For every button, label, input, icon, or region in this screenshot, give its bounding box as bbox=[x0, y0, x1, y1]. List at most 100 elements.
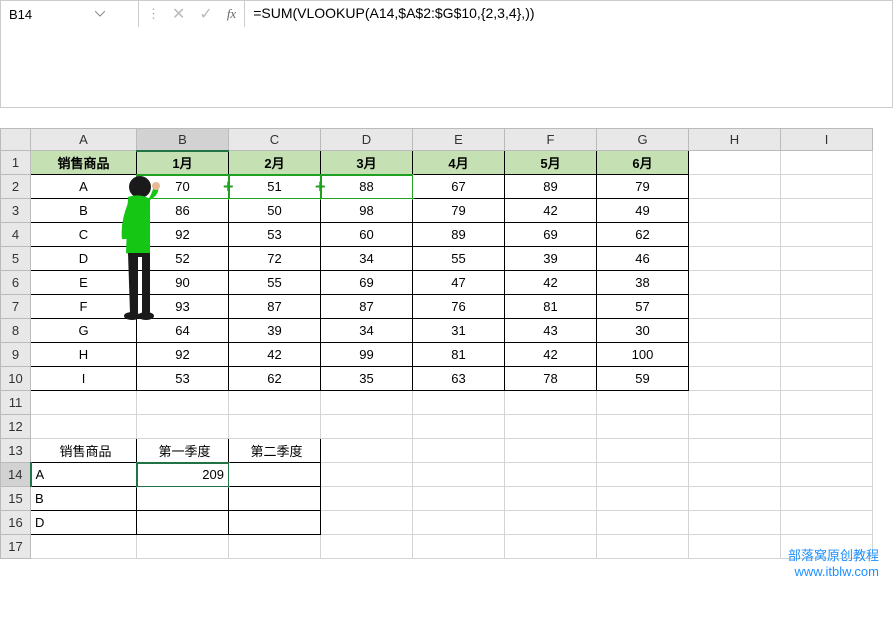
cell-E14[interactable] bbox=[413, 463, 505, 487]
cell-G2[interactable]: 79 bbox=[597, 175, 689, 199]
cell-H9[interactable] bbox=[689, 343, 781, 367]
cell-B2[interactable]: 70 bbox=[137, 175, 229, 199]
cell-G15[interactable] bbox=[597, 487, 689, 511]
cell-G6[interactable]: 38 bbox=[597, 271, 689, 295]
cell-I12[interactable] bbox=[781, 415, 873, 439]
row-header-12[interactable]: 12 bbox=[1, 415, 31, 439]
cell-B10[interactable]: 53 bbox=[137, 367, 229, 391]
cell-C7[interactable]: 87 bbox=[229, 295, 321, 319]
cell-F13[interactable] bbox=[505, 439, 597, 463]
row-header-4[interactable]: 4 bbox=[1, 223, 31, 247]
cell-C13[interactable]: 第二季度 bbox=[229, 439, 321, 463]
cell-B9[interactable]: 92 bbox=[137, 343, 229, 367]
row-header-6[interactable]: 6 bbox=[1, 271, 31, 295]
cell-D10[interactable]: 35 bbox=[321, 367, 413, 391]
cell-I13[interactable] bbox=[781, 439, 873, 463]
cell-G14[interactable] bbox=[597, 463, 689, 487]
cell-F16[interactable] bbox=[505, 511, 597, 535]
cell-A4[interactable]: C bbox=[31, 223, 137, 247]
cell-I6[interactable] bbox=[781, 271, 873, 295]
cell-G10[interactable]: 59 bbox=[597, 367, 689, 391]
cell-H4[interactable] bbox=[689, 223, 781, 247]
cell-E3[interactable]: 79 bbox=[413, 199, 505, 223]
cell-H15[interactable] bbox=[689, 487, 781, 511]
cell-B7[interactable]: 93 bbox=[137, 295, 229, 319]
row-header-10[interactable]: 10 bbox=[1, 367, 31, 391]
col-header-D[interactable]: D bbox=[321, 129, 413, 151]
cell-F10[interactable]: 78 bbox=[505, 367, 597, 391]
row-header-17[interactable]: 17 bbox=[1, 535, 31, 559]
cell-G8[interactable]: 30 bbox=[597, 319, 689, 343]
cell-F4[interactable]: 69 bbox=[505, 223, 597, 247]
cell-G17[interactable] bbox=[597, 535, 689, 559]
cell-B16[interactable] bbox=[137, 511, 229, 535]
cell-A3[interactable]: B bbox=[31, 199, 137, 223]
select-all-corner[interactable] bbox=[1, 129, 31, 151]
cell-F12[interactable] bbox=[505, 415, 597, 439]
cell-D12[interactable] bbox=[321, 415, 413, 439]
cell-D8[interactable]: 34 bbox=[321, 319, 413, 343]
cell-E5[interactable]: 55 bbox=[413, 247, 505, 271]
cell-B1[interactable]: 1月 bbox=[137, 151, 229, 175]
cell-C2[interactable]: +51 bbox=[229, 175, 321, 199]
cell-B12[interactable] bbox=[137, 415, 229, 439]
cell-B6[interactable]: 90 bbox=[137, 271, 229, 295]
col-header-G[interactable]: G bbox=[597, 129, 689, 151]
cell-B3[interactable]: 86 bbox=[137, 199, 229, 223]
cell-I1[interactable] bbox=[781, 151, 873, 175]
cell-D9[interactable]: 99 bbox=[321, 343, 413, 367]
cell-D16[interactable] bbox=[321, 511, 413, 535]
cell-D6[interactable]: 69 bbox=[321, 271, 413, 295]
cell-H13[interactable] bbox=[689, 439, 781, 463]
cell-A5[interactable]: D bbox=[31, 247, 137, 271]
cell-E9[interactable]: 81 bbox=[413, 343, 505, 367]
formula-input[interactable]: =SUM(VLOOKUP(A14,$A$2:$G$10,{2,3,4},)) bbox=[245, 1, 892, 107]
cell-E16[interactable] bbox=[413, 511, 505, 535]
cell-E15[interactable] bbox=[413, 487, 505, 511]
cell-G4[interactable]: 62 bbox=[597, 223, 689, 247]
cell-I2[interactable] bbox=[781, 175, 873, 199]
cell-C4[interactable]: 53 bbox=[229, 223, 321, 247]
cell-B13[interactable]: 第一季度 bbox=[137, 439, 229, 463]
cell-F15[interactable] bbox=[505, 487, 597, 511]
cell-A10[interactable]: I bbox=[31, 367, 137, 391]
cell-D5[interactable]: 34 bbox=[321, 247, 413, 271]
cell-D11[interactable] bbox=[321, 391, 413, 415]
cell-B17[interactable] bbox=[137, 535, 229, 559]
cell-I16[interactable] bbox=[781, 511, 873, 535]
cell-A16[interactable]: D bbox=[31, 511, 137, 535]
cell-H14[interactable] bbox=[689, 463, 781, 487]
cell-E6[interactable]: 47 bbox=[413, 271, 505, 295]
cell-C17[interactable] bbox=[229, 535, 321, 559]
cell-A1[interactable]: 销售商品 bbox=[31, 151, 137, 175]
cell-G7[interactable]: 57 bbox=[597, 295, 689, 319]
row-header-7[interactable]: 7 bbox=[1, 295, 31, 319]
cell-H5[interactable] bbox=[689, 247, 781, 271]
cell-E2[interactable]: 67 bbox=[413, 175, 505, 199]
cell-E13[interactable] bbox=[413, 439, 505, 463]
cell-B15[interactable] bbox=[137, 487, 229, 511]
cell-G5[interactable]: 46 bbox=[597, 247, 689, 271]
cell-B11[interactable] bbox=[137, 391, 229, 415]
cell-C3[interactable]: 50 bbox=[229, 199, 321, 223]
cell-A12[interactable] bbox=[31, 415, 137, 439]
cell-D17[interactable] bbox=[321, 535, 413, 559]
row-header-15[interactable]: 15 bbox=[1, 487, 31, 511]
cell-E12[interactable] bbox=[413, 415, 505, 439]
row-header-5[interactable]: 5 bbox=[1, 247, 31, 271]
cell-H11[interactable] bbox=[689, 391, 781, 415]
cell-C15[interactable] bbox=[229, 487, 321, 511]
col-header-I[interactable]: I bbox=[781, 129, 873, 151]
cell-G12[interactable] bbox=[597, 415, 689, 439]
row-header-2[interactable]: 2 bbox=[1, 175, 31, 199]
cell-F9[interactable]: 42 bbox=[505, 343, 597, 367]
cell-A2[interactable]: A bbox=[31, 175, 137, 199]
cell-B4[interactable]: 92 bbox=[137, 223, 229, 247]
cell-I14[interactable] bbox=[781, 463, 873, 487]
cell-A17[interactable] bbox=[31, 535, 137, 559]
cell-E10[interactable]: 63 bbox=[413, 367, 505, 391]
cell-F6[interactable]: 42 bbox=[505, 271, 597, 295]
row-header-3[interactable]: 3 bbox=[1, 199, 31, 223]
cell-A14[interactable]: A bbox=[31, 463, 137, 487]
cell-I5[interactable] bbox=[781, 247, 873, 271]
